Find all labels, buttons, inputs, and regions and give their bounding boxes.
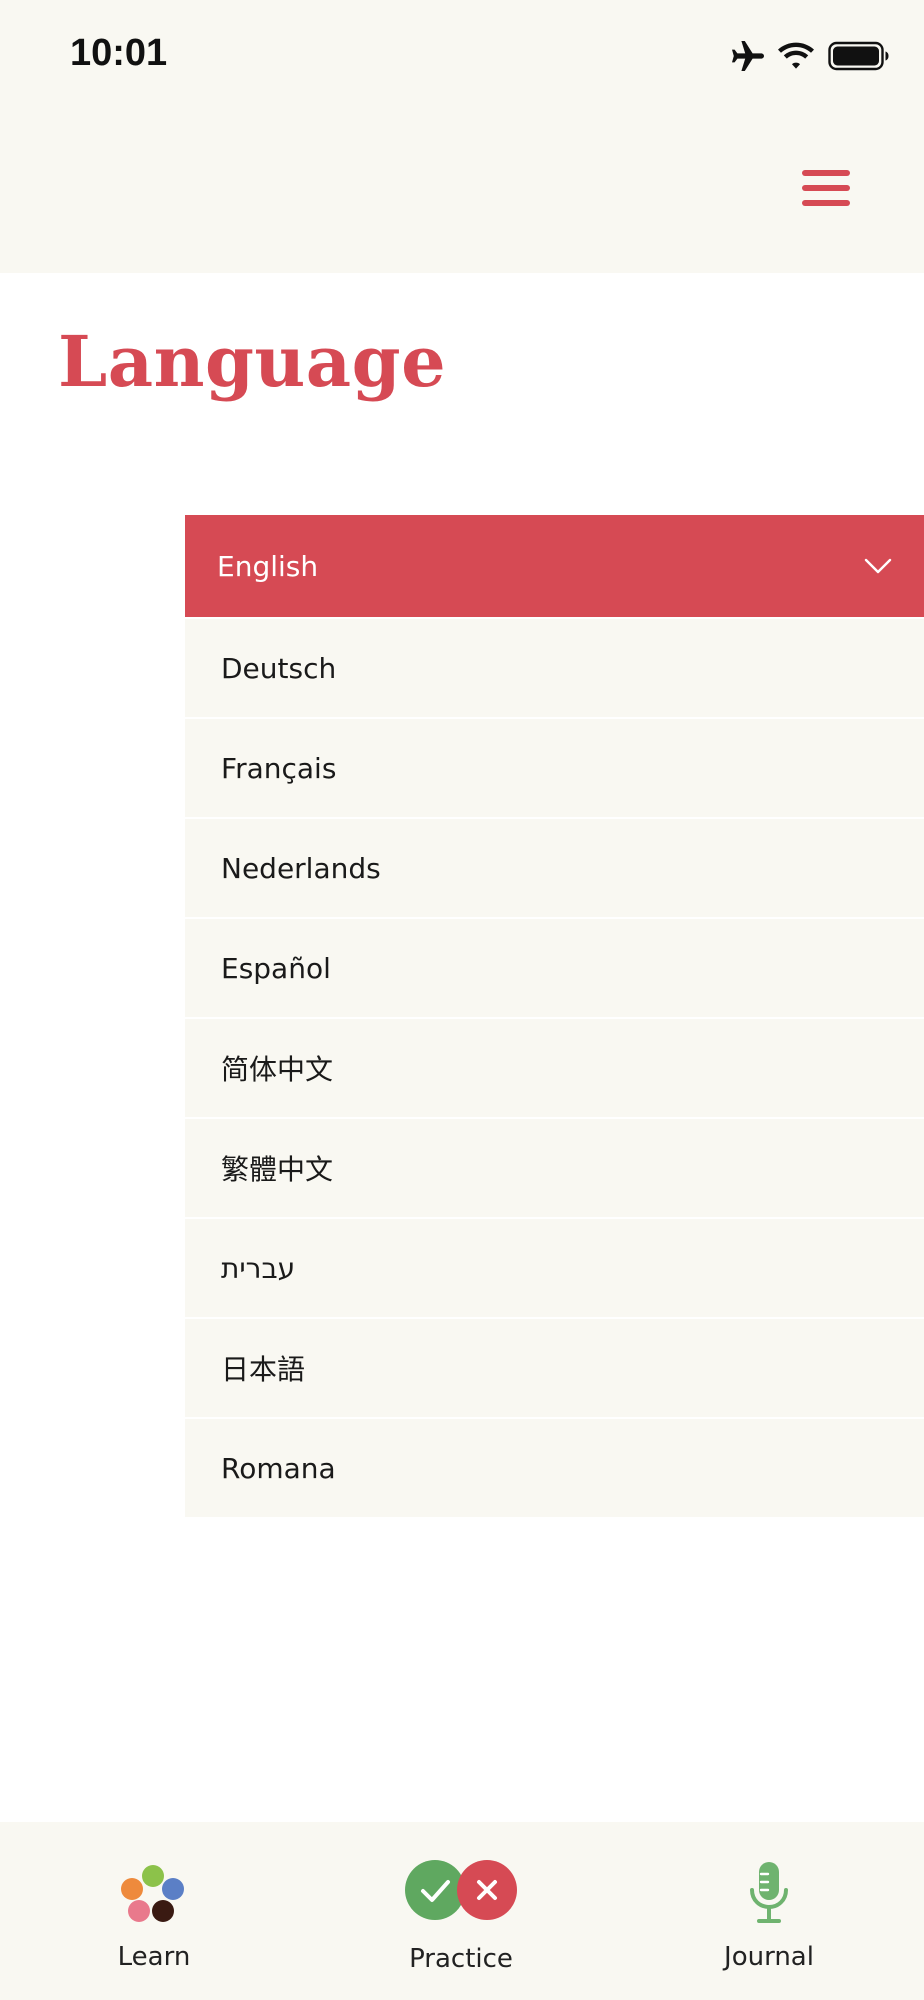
language-option-romana[interactable]: Romana	[185, 1419, 924, 1517]
language-option-espanol[interactable]: Español	[185, 919, 924, 1017]
menu-line	[802, 170, 850, 176]
language-option-label: Español	[221, 951, 331, 985]
language-option-label: 繁體中文	[221, 1153, 334, 1186]
language-option-label: 简体中文	[221, 1053, 334, 1086]
bottom-tab-bar: Learn Practice Journal	[0, 1822, 924, 2000]
header: 10:01	[0, 0, 924, 273]
language-option-label: Deutsch	[221, 651, 337, 685]
tab-label: Learn	[117, 1942, 191, 1972]
language-option-francais[interactable]: Français	[185, 719, 924, 817]
language-option-japanese[interactable]: 日本語	[185, 1319, 924, 1417]
language-option-label: 日本語	[221, 1353, 306, 1386]
learn-dots-icon	[121, 1865, 184, 1922]
status-time: 10:01	[70, 32, 168, 74]
status-icons	[730, 38, 890, 74]
language-option-label: Nederlands	[221, 851, 381, 885]
tab-label: Practice	[409, 1944, 513, 1974]
selected-language-label: English	[217, 549, 319, 583]
language-picker: English Deutsch Français Nederlands Espa…	[185, 515, 924, 1517]
airplane-icon	[732, 41, 764, 71]
tab-label: Journal	[724, 1942, 814, 1972]
language-option-deutsch[interactable]: Deutsch	[185, 619, 924, 717]
language-option-simplified-chinese[interactable]: 简体中文	[185, 1019, 924, 1117]
chevron-down-icon	[864, 558, 892, 574]
page-title: Language	[58, 320, 447, 403]
language-option-nederlands[interactable]: Nederlands	[185, 819, 924, 917]
language-option-label: Romana	[221, 1451, 336, 1485]
tab-practice[interactable]: Practice	[311, 1822, 611, 2000]
language-screen: 10:01 Language English Deutsch Français …	[0, 0, 924, 2000]
language-option-hebrew[interactable]: עברית	[185, 1219, 924, 1317]
menu-line	[802, 185, 850, 191]
practice-check-cross-icon	[405, 1860, 517, 1920]
menu-line	[802, 200, 850, 206]
language-option-label: Français	[221, 751, 337, 785]
language-option-traditional-chinese[interactable]: 繁體中文	[185, 1119, 924, 1217]
language-dropdown-selected[interactable]: English	[185, 515, 924, 617]
tab-journal[interactable]: Journal	[619, 1822, 919, 2000]
tab-learn[interactable]: Learn	[4, 1822, 304, 2000]
hamburger-menu-icon[interactable]	[798, 164, 854, 212]
language-option-label: עברית	[221, 1251, 296, 1285]
battery-icon	[828, 41, 889, 71]
wifi-icon	[778, 42, 814, 69]
microphone-icon	[750, 1862, 788, 1923]
